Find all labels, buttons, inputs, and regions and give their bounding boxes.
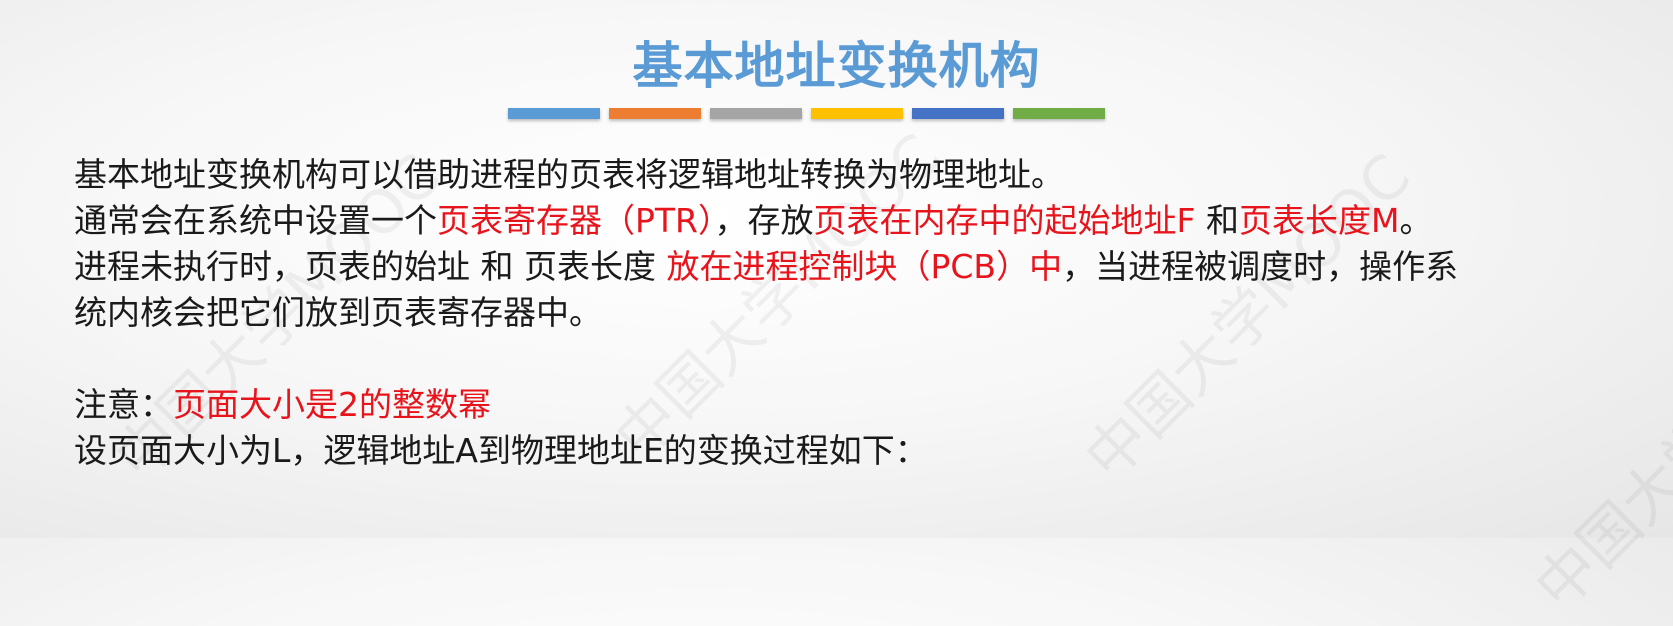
text-segment: 通常会在系统中设置一个 [74,201,437,240]
text-segment: 进程未执行时，页表的始址 和 页表长度 [74,247,667,286]
paragraph-pcb-continued: 统内核会把它们放到页表寄存器中。 [74,293,602,332]
paragraph-pcb: 进程未执行时，页表的始址 和 页表长度 放在进程控制块（PCB）中，当进程被调度… [74,244,1634,290]
highlight-pcb: 放在进程控制块（PCB）中 [666,247,1063,286]
text-segment: ，存放 [714,201,814,240]
accent-bar-gray [710,108,802,119]
highlight-page-size: 页面大小是2的整数幂 [173,385,491,424]
page-title: 基本地址变换机构 [632,36,1041,95]
accent-bar-yellow [811,108,903,119]
accent-bar-blue [508,108,600,119]
text-segment: 。 [1399,201,1433,240]
highlight-start-address: 页表在内存中的起始地址F [813,201,1196,240]
text-segment: ，当进程被调度时，操作系 [1062,247,1459,286]
slide-body: 基本地址变换机构可以借助进程的页表将逻辑地址转换为物理地址。 通常会在系统中设置… [74,152,1634,474]
accent-bar-green [1013,108,1105,119]
paragraph-transform: 设页面大小为L，逻辑地址A到物理地址E的变换过程如下： [74,431,928,470]
paragraph-ptr: 通常会在系统中设置一个页表寄存器（PTR），存放页表在内存中的起始地址F 和页表… [74,198,1634,244]
accent-bar-dark-blue [912,108,1004,119]
highlight-table-length: 页表长度M [1238,201,1400,240]
text-segment: 和 [1195,201,1239,240]
note-label: 注意： [74,385,173,424]
highlight-ptr: 页表寄存器（PTR） [437,201,715,240]
accent-bar-orange [609,108,701,119]
paragraph-note: 注意：页面大小是2的整数幂 [74,382,1634,428]
paragraph-intro: 基本地址变换机构可以借助进程的页表将逻辑地址转换为物理地址。 [74,155,1064,194]
